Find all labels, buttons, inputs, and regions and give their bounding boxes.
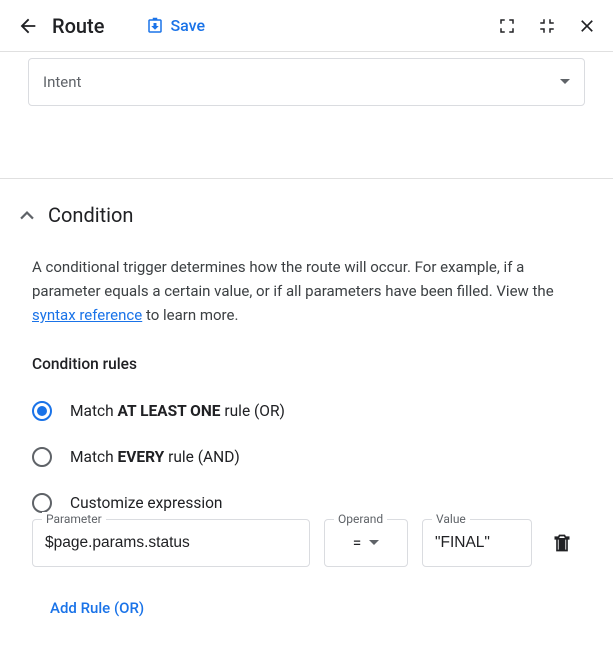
save-label: Save bbox=[170, 16, 205, 35]
trash-icon bbox=[552, 532, 572, 554]
radio-match-or[interactable]: Match AT LEAST ONE rule (OR) bbox=[32, 401, 581, 421]
radio-customize[interactable]: Customize expression bbox=[32, 493, 581, 513]
condition-rules-heading: Condition rules bbox=[32, 355, 581, 373]
syntax-reference-link[interactable]: syntax reference bbox=[32, 306, 142, 324]
close-icon bbox=[577, 16, 597, 36]
add-rule-button[interactable]: Add Rule (OR) bbox=[50, 599, 581, 617]
save-button[interactable]: Save bbox=[146, 16, 205, 35]
radio-label-or: Match AT LEAST ONE rule (OR) bbox=[70, 402, 285, 420]
condition-radio-group: Match AT LEAST ONE rule (OR) Match EVERY… bbox=[32, 401, 581, 513]
value-label: Value bbox=[432, 512, 470, 526]
intent-dropdown[interactable]: Intent bbox=[28, 58, 585, 106]
radio-match-and[interactable]: Match EVERY rule (AND) bbox=[32, 447, 581, 467]
fullscreen-exit-icon bbox=[538, 17, 556, 35]
condition-title: Condition bbox=[48, 203, 133, 227]
operand-field: Operand = bbox=[324, 519, 408, 567]
collapse-button[interactable] bbox=[537, 16, 557, 36]
dropdown-arrow-icon bbox=[369, 540, 379, 546]
close-button[interactable] bbox=[577, 16, 597, 36]
expand-button[interactable] bbox=[497, 16, 517, 36]
radio-icon bbox=[32, 493, 52, 513]
operand-select[interactable]: = bbox=[324, 519, 408, 567]
page-title: Route bbox=[52, 14, 104, 38]
header-right bbox=[497, 16, 597, 36]
radio-label-and: Match EVERY rule (AND) bbox=[70, 448, 240, 466]
condition-section: Condition A conditional trigger determin… bbox=[0, 179, 613, 617]
arrow-left-icon bbox=[17, 15, 39, 37]
header-left: Route bbox=[16, 14, 104, 38]
condition-body: A conditional trigger determines how the… bbox=[20, 227, 593, 617]
radio-icon bbox=[32, 401, 52, 421]
rule-row: Parameter Operand = Value bbox=[32, 519, 581, 567]
operand-label: Operand bbox=[334, 512, 387, 526]
parameter-label: Parameter bbox=[42, 512, 106, 526]
parameter-field: Parameter bbox=[32, 519, 310, 567]
operand-value: = bbox=[353, 534, 362, 552]
intent-placeholder: Intent bbox=[43, 73, 81, 91]
parameter-input[interactable] bbox=[32, 519, 310, 567]
header: Route Save bbox=[0, 0, 613, 52]
delete-rule-button[interactable] bbox=[550, 519, 574, 567]
condition-description: A conditional trigger determines how the… bbox=[32, 255, 581, 327]
radio-icon bbox=[32, 447, 52, 467]
dropdown-arrow-icon bbox=[560, 79, 570, 85]
save-icon bbox=[146, 17, 164, 35]
chevron-up-icon bbox=[20, 211, 34, 220]
back-button[interactable] bbox=[16, 14, 40, 38]
radio-label-custom: Customize expression bbox=[70, 494, 223, 512]
value-input[interactable] bbox=[422, 519, 532, 567]
value-field: Value bbox=[422, 519, 532, 567]
condition-header[interactable]: Condition bbox=[20, 203, 593, 227]
fullscreen-icon bbox=[498, 17, 516, 35]
